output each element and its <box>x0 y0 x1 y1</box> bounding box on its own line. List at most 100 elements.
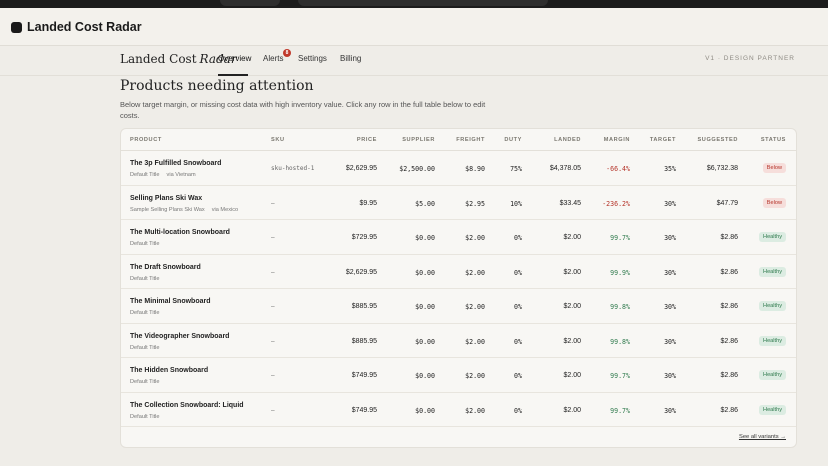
table-row[interactable]: The Minimal Snowboard Default Title — $885.… <box>121 289 796 324</box>
sku-cell: sku-hosted-1 <box>271 165 315 172</box>
margin-cell: 99.9% <box>610 268 630 277</box>
table-header: PRODUCT SKU PRICE SUPPLIER FREIGHT DUTY … <box>121 129 796 151</box>
status-badge: Healthy <box>759 232 786 242</box>
table-row[interactable]: The 3p Fulfilled Snowboard Default Title v… <box>121 151 796 186</box>
browser-address-bar[interactable] <box>298 0 548 6</box>
sku-cell: — <box>271 337 275 345</box>
header-product: PRODUCT <box>130 137 162 143</box>
active-tab-indicator <box>218 74 248 76</box>
header-duty: DUTY <box>504 137 522 143</box>
duty-cell: 75% <box>510 165 522 173</box>
brand-name: Landed Cost <box>120 52 197 66</box>
landed-cost-cell: $33.45 <box>559 199 581 207</box>
price-cell: $749.95 <box>351 372 377 379</box>
landed-cost-cell: $2.00 <box>563 406 581 414</box>
supplier-cost-cell: $0.00 <box>415 406 435 415</box>
product-variant: Default Title <box>130 276 160 282</box>
margin-cell: 99.8% <box>610 337 630 346</box>
price-cell: $885.95 <box>351 337 377 345</box>
see-all-variants-link[interactable]: See all variants → <box>739 434 786 440</box>
price-cell: $729.95 <box>351 234 377 241</box>
freight-cell: $2.00 <box>465 303 485 311</box>
header-target: TARGET <box>649 137 676 143</box>
landed-cost-cell: $2.00 <box>563 372 581 379</box>
table-row[interactable]: The Draft Snowboard Default Title — $2,629.… <box>121 255 796 289</box>
status-badge: Healthy <box>759 370 786 380</box>
header-supplier: SUPPLIER <box>402 137 435 143</box>
product-variant: Default Title <box>130 414 160 420</box>
section-title: Products needing attention <box>120 78 314 94</box>
variant-title: Default Title <box>130 344 160 351</box>
supplier-cost-cell: $5.00 <box>415 199 435 208</box>
product-variant: Default Title <box>130 241 160 247</box>
variant-title: Default Title <box>130 275 160 282</box>
duty-cell: 0% <box>514 337 522 346</box>
product-variant: Sample Selling Plans Ski Wax via Mexico <box>130 207 238 213</box>
browser-tab[interactable] <box>220 0 280 6</box>
freight-cell: $2.95 <box>465 199 485 208</box>
status-badge: Below <box>762 163 786 173</box>
origin-country: via Vietnam <box>166 172 196 178</box>
margin-cell: 99.7% <box>610 372 630 380</box>
supplier-cost-cell: $2,500.00 <box>399 165 435 173</box>
table-row[interactable]: The Videographer Snowboard Default Title —… <box>121 324 796 358</box>
margin-cell: 99.7% <box>610 234 630 242</box>
variant-title: Default Title <box>130 241 160 247</box>
landed-cost-cell: $4,378.05 <box>549 165 581 172</box>
tab-settings[interactable]: Settings <box>298 54 327 63</box>
product-name: The Collection Snowboard: Liquid <box>130 401 244 409</box>
sku-cell: — <box>271 303 275 310</box>
tab-alerts[interactable]: Alerts <box>263 54 283 63</box>
target-margin-cell: 30% <box>664 268 676 277</box>
sku-cell: — <box>271 406 275 414</box>
suggested-price-cell: $2.86 <box>720 268 738 276</box>
landed-cost-cell: $2.00 <box>563 234 581 241</box>
tab-billing[interactable]: Billing <box>340 54 361 63</box>
sub-navigation: Landed Cost Radar Overview Alerts 8 Setti… <box>0 46 828 76</box>
table-row[interactable]: Selling Plans Ski Wax Sample Selling Plan… <box>121 186 796 220</box>
suggested-price-cell: $2.86 <box>720 303 738 310</box>
product-name: The Multi-location Snowboard <box>130 229 230 236</box>
header-suggested: SUGGESTED <box>697 137 738 143</box>
header-landed: LANDED <box>554 137 581 143</box>
sku-cell: — <box>271 234 275 241</box>
header-price: PRICE <box>356 137 377 143</box>
sku-cell: — <box>271 372 275 379</box>
price-cell: $9.95 <box>359 199 377 207</box>
landed-cost-cell: $2.00 <box>563 268 581 276</box>
duty-cell: 0% <box>514 268 522 277</box>
alerts-count-badge: 8 <box>283 49 291 57</box>
price-cell: $2,629.95 <box>345 165 377 172</box>
product-name: Selling Plans Ski Wax <box>130 194 203 202</box>
product-name: The 3p Fulfilled Snowboard <box>130 160 222 167</box>
freight-cell: $2.00 <box>465 234 485 242</box>
variant-title: Default Title <box>130 172 160 178</box>
table-row[interactable]: The Collection Snowboard: Liquid Default … <box>121 393 796 427</box>
table-row[interactable]: The Hidden Snowboard Default Title — $749.9… <box>121 358 796 393</box>
freight-cell: $2.00 <box>465 372 485 380</box>
product-variant: Default Title <box>130 345 160 351</box>
suggested-price-cell: $2.86 <box>720 234 738 241</box>
product-name: The Draft Snowboard <box>130 263 201 271</box>
suggested-price-cell: $2.86 <box>720 337 738 345</box>
duty-cell: 10% <box>510 199 522 208</box>
table-row[interactable]: The Multi-location Snowboard Default Titl… <box>121 220 796 255</box>
app-header: Landed Cost Radar <box>0 8 828 46</box>
variant-title: Default Title <box>130 413 160 420</box>
target-margin-cell: 30% <box>664 372 676 380</box>
header-margin: MARGIN <box>603 137 630 143</box>
header-freight: FREIGHT <box>456 137 485 143</box>
duty-cell: 0% <box>514 372 522 380</box>
suggested-price-cell: $2.86 <box>720 372 738 379</box>
app-logo-icon <box>11 22 22 33</box>
duty-cell: 0% <box>514 303 522 311</box>
margin-cell: -236.2% <box>602 199 630 208</box>
tab-overview[interactable]: Overview <box>218 54 251 63</box>
product-name: The Minimal Snowboard <box>130 298 211 305</box>
suggested-price-cell: $47.79 <box>716 199 738 207</box>
app-title: Landed Cost Radar <box>27 20 142 34</box>
status-badge: Healthy <box>759 266 786 277</box>
supplier-cost-cell: $0.00 <box>415 372 435 380</box>
product-variant: Default Title via Vietnam <box>130 172 196 178</box>
target-margin-cell: 30% <box>664 406 676 415</box>
